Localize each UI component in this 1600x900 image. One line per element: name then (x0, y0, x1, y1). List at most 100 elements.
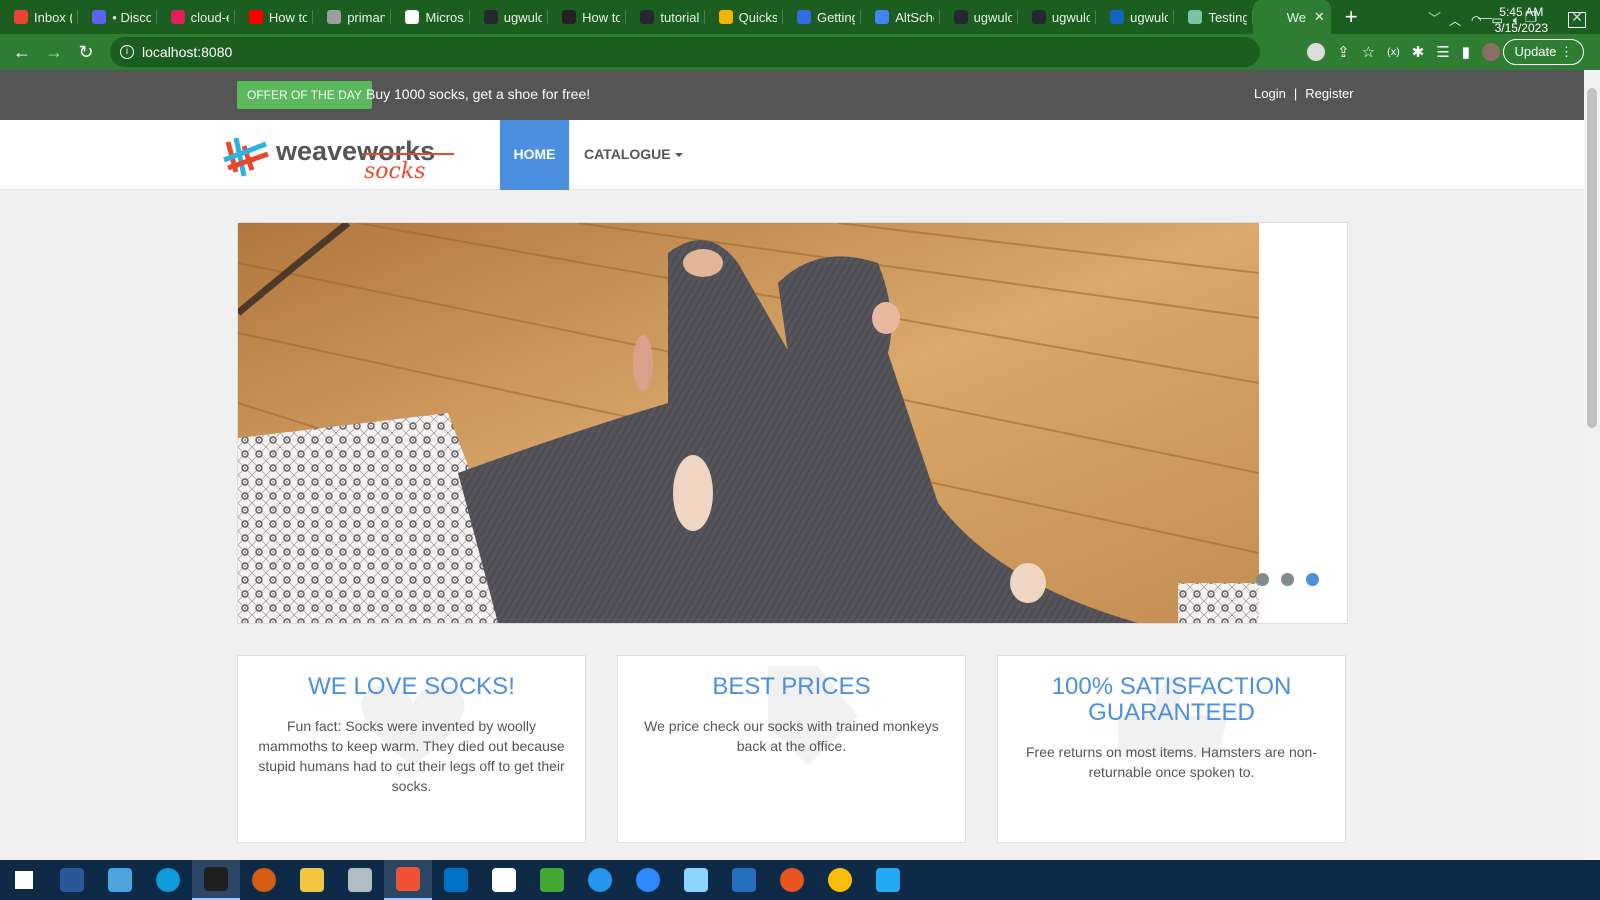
clock-time: 5:45 AM (1499, 5, 1544, 19)
tab-favicon-icon (718, 10, 733, 24)
browser-tab[interactable]: Getting (783, 0, 862, 34)
tab-favicon-icon (92, 10, 107, 24)
forward-arrow-icon[interactable]: → (38, 42, 70, 63)
browser-tab[interactable]: How to (235, 0, 314, 34)
browser-tab[interactable]: We ✕ (1252, 0, 1331, 34)
taskbar-app[interactable] (240, 860, 288, 900)
taskbar-app[interactable] (672, 860, 720, 900)
login-link[interactable]: Login (1254, 86, 1286, 101)
taskbar-app[interactable] (480, 860, 528, 900)
bookmark-star-icon[interactable]: ☆ (1362, 43, 1375, 61)
taskbar-app[interactable] (96, 860, 144, 900)
update-button[interactable]: Update ⋮ (1503, 39, 1584, 65)
taskbar-clock[interactable]: 5:45 AM 3/15/2023 (1495, 4, 1548, 36)
taskbar-app[interactable] (768, 860, 816, 900)
taskbar-app[interactable] (336, 860, 384, 900)
git-icon (540, 868, 564, 892)
taskbar-app[interactable] (48, 860, 96, 900)
page-scrollbar[interactable] (1584, 70, 1600, 860)
git-gui-icon (396, 867, 420, 891)
feature-cards: WE LOVE SOCKS! Fun fact: Socks were inve… (237, 655, 1348, 843)
headset-icon (492, 868, 516, 892)
browser-tab[interactable]: Micros (391, 0, 470, 34)
tab-title: Getting (816, 9, 856, 25)
caret-down-icon (674, 153, 683, 158)
logo-mark-icon (223, 137, 269, 177)
profile-avatar[interactable] (1482, 43, 1500, 61)
browser-tab[interactable]: AltSchc (861, 0, 940, 34)
carousel-indicators (1256, 573, 1319, 586)
browser-tab[interactable]: priman (313, 0, 392, 34)
taskbar-app[interactable] (576, 860, 624, 900)
browser-tab[interactable]: ugwulc (1096, 0, 1175, 34)
nav-home[interactable]: HOME (500, 120, 569, 190)
ubuntu-icon (780, 868, 804, 892)
tab-title: How to (268, 9, 308, 25)
tab-close-icon[interactable]: ✕ (1314, 9, 1325, 25)
offer-badge[interactable]: OFFER OF THE DAY (237, 81, 372, 109)
browser-tab[interactable]: How to (548, 0, 627, 34)
clock-date: 3/15/2023 (1494, 21, 1548, 35)
notifications-icon[interactable] (1568, 12, 1586, 28)
tab-favicon-icon (1188, 10, 1203, 24)
webpage: OFFER OF THE DAY Buy 1000 socks, get a s… (0, 70, 1584, 860)
taskbar-app[interactable] (384, 860, 432, 900)
offer-text: Buy 1000 socks, get a shoe for free! (366, 86, 591, 102)
register-link[interactable]: Register (1305, 86, 1353, 101)
vscode-icon (876, 868, 900, 892)
tab-favicon-icon (953, 10, 968, 24)
taskbar-app[interactable] (864, 860, 912, 900)
powershell-icon (732, 868, 756, 892)
side-panel-icon[interactable]: ▮ (1462, 43, 1470, 61)
tab-search-chevron-icon[interactable]: ﹀ (1428, 8, 1441, 27)
tab-title: How to (582, 9, 621, 25)
google-lens-icon[interactable] (1307, 43, 1326, 61)
taskbar-app[interactable] (528, 860, 576, 900)
taskbar-app[interactable] (432, 860, 480, 900)
edge-icon (156, 868, 180, 892)
taskbar-app[interactable] (192, 860, 240, 900)
browser-tab[interactable]: • Disco (78, 0, 157, 34)
browser-tab[interactable]: ugwulc (1018, 0, 1097, 34)
zoom-icon (636, 868, 660, 892)
tray-chevron-icon[interactable]: ︿ (1449, 12, 1461, 29)
reading-list-icon[interactable]: ☰ (1436, 43, 1449, 61)
media-icon (252, 868, 276, 892)
carousel-dot[interactable] (1281, 573, 1294, 586)
windows-taskbar (0, 860, 1600, 900)
browser-tab[interactable]: Inbox ( (0, 0, 79, 34)
browser-tab[interactable]: cloud-e (157, 0, 235, 34)
network-icon[interactable]: ◠ (1471, 13, 1481, 27)
site-info-icon[interactable]: i (120, 45, 134, 59)
taskbar-app[interactable] (0, 860, 48, 900)
browser-tab[interactable]: tutorial (626, 0, 705, 34)
taskbar-app[interactable] (288, 860, 336, 900)
tab-favicon-icon (170, 10, 185, 24)
tab-favicon-icon (875, 10, 890, 24)
extension-icon[interactable]: (ⅹ) (1387, 47, 1400, 58)
hero-carousel[interactable] (237, 222, 1348, 624)
browser-tab[interactable]: Quickst (705, 0, 783, 34)
new-tab-button[interactable]: + (1345, 4, 1358, 30)
back-arrow-icon[interactable]: ← (6, 42, 38, 63)
carousel-dot[interactable] (1306, 573, 1319, 586)
taskbar-app[interactable] (720, 860, 768, 900)
carousel-dot[interactable] (1256, 573, 1269, 586)
taskbar-app[interactable] (624, 860, 672, 900)
browser-tab[interactable]: ugwulc (470, 0, 549, 34)
weaveworks-logo[interactable]: weaveworks socks (222, 132, 462, 182)
reload-icon[interactable]: ↻ (70, 42, 102, 63)
nav-catalogue-dropdown[interactable]: CATALOGUE (584, 120, 683, 190)
taskbar-app[interactable] (816, 860, 864, 900)
browser-tab[interactable]: ugwulc (940, 0, 1018, 34)
taskbar-app[interactable] (144, 860, 192, 900)
share-icon[interactable]: ⇪ (1337, 43, 1350, 61)
scrollbar-thumb[interactable] (1587, 88, 1597, 428)
address-bar[interactable]: i localhost:8080 (110, 37, 1260, 67)
extensions-puzzle-icon[interactable]: ✱ (1412, 43, 1425, 61)
feature-card: BEST PRICES We price check our socks wit… (617, 655, 966, 843)
feature-title: WE LOVE SOCKS! (308, 673, 515, 700)
browser-toolbar: ← → ↻ i localhost:8080 ⇪ ☆ (ⅹ) ✱ ☰ ▮ Upd… (0, 34, 1600, 70)
browser-tab[interactable]: Testing (1174, 0, 1253, 34)
tab-favicon-icon (1031, 10, 1046, 24)
